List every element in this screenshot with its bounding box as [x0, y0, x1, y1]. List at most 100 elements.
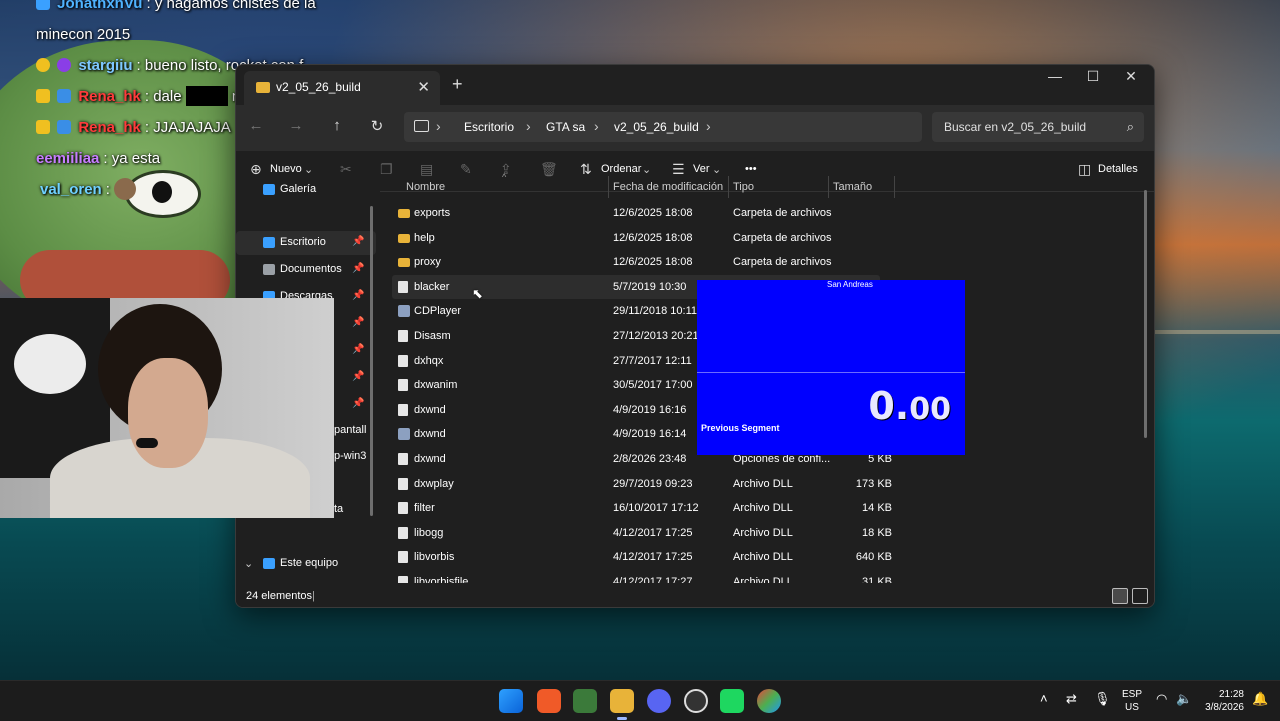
file-explorer-icon[interactable] — [610, 689, 634, 720]
volume-icon[interactable]: 🔈 — [1176, 691, 1192, 707]
sort-button[interactable]: Ordenar — [601, 163, 641, 175]
column-divider[interactable] — [894, 176, 895, 198]
tab-close-icon[interactable]: ✕ — [417, 78, 430, 96]
file-row[interactable]: proxy 12/6/2025 18:08 Carpeta de archivos — [392, 250, 880, 274]
chat-line: minecon 2015 — [36, 19, 366, 50]
windows-start-icon[interactable] — [499, 689, 523, 713]
timer-value: 0.00 — [868, 384, 951, 428]
file-type: Archivo DLL — [733, 551, 793, 564]
file-row[interactable]: help 12/6/2025 18:08 Carpeta de archivos — [392, 226, 880, 250]
badge-icon — [57, 89, 72, 103]
new-tab-button[interactable]: + — [452, 74, 463, 95]
clock[interactable]: 21:28 3/8/2026 — [1196, 688, 1244, 714]
chat-message: minecon 2015 — [36, 26, 131, 43]
close-button[interactable]: ✕ — [1108, 65, 1154, 97]
file-name: exports — [414, 207, 451, 219]
network-icon[interactable]: ⇄ — [1066, 691, 1077, 707]
chevron-right-icon: › — [526, 118, 531, 134]
column-header-name[interactable]: Nombre — [406, 181, 445, 193]
sidebar-scrollbar[interactable] — [370, 206, 373, 516]
crown-icon — [36, 120, 50, 134]
tiles-view-icon[interactable] — [1132, 588, 1148, 604]
new-button[interactable]: Nuevo — [270, 163, 302, 175]
forward-button[interactable]: → — [284, 117, 308, 139]
breadcrumb-escritorio[interactable]: Escritorio — [464, 120, 514, 134]
sidebar-item-label: Escritorio — [280, 236, 326, 248]
item-count: 24 elementos — [246, 590, 313, 602]
pin-icon: 📌 — [352, 344, 365, 355]
file-date: 29/11/2018 10:11 — [613, 305, 698, 318]
emote-icon — [114, 178, 137, 200]
file-date: 16/10/2017 17:12 — [613, 502, 699, 515]
discord-icon[interactable] — [647, 689, 671, 713]
chat-username: eemiiliaa — [36, 150, 100, 167]
column-divider[interactable] — [608, 176, 609, 198]
file-name: libogg — [414, 526, 444, 539]
view-button[interactable]: Ver — [693, 163, 710, 175]
file-icon — [398, 379, 408, 392]
badge-icon — [57, 58, 72, 72]
sort-up-icon: ^ — [502, 172, 507, 182]
column-header-size[interactable]: Tamaño — [833, 181, 872, 193]
notification-icon[interactable]: 🔔 — [1252, 691, 1268, 707]
chevron-up-icon[interactable]: ˄ — [1040, 691, 1048, 706]
file-row[interactable]: exports 12/6/2025 18:08 Carpeta de archivo… — [392, 201, 880, 225]
kick-icon[interactable] — [720, 689, 744, 713]
chevron-down-icon: ⌄ — [304, 164, 314, 176]
app-icon[interactable] — [573, 689, 597, 713]
address-bar[interactable]: › Escritorio › GTA sa › v2_05_26_build › — [404, 112, 922, 142]
file-row[interactable]: libogg 4/12/2017 17:25 Archivo DLL 18 KB — [392, 521, 892, 545]
chat-line: JonathxnVu: y hagamos chistes de la — [36, 0, 366, 19]
sidebar-item-label: Documentos — [280, 263, 342, 275]
more-options-button[interactable]: ••• — [745, 163, 757, 175]
file-date: 4/9/2019 16:14 — [613, 428, 687, 441]
file-row[interactable]: dxwplay 29/7/2019 09:23 Archivo DLL 173 KB — [392, 472, 892, 496]
column-divider[interactable] — [728, 176, 729, 198]
language-indicator[interactable]: ESP US — [1122, 688, 1142, 714]
navigation-bar: ← → ↑ ↻ › Escritorio › GTA sa › v2_05_26… — [236, 105, 1154, 151]
sidebar-item-galeria[interactable]: Galería — [236, 178, 376, 202]
details-button[interactable]: Detalles — [1098, 163, 1138, 175]
file-date: 27/7/2017 12:11 — [613, 354, 692, 367]
file-list-scrollbar[interactable] — [1144, 190, 1147, 438]
trollface-print — [14, 334, 86, 394]
censor-block — [185, 86, 228, 106]
sidebar-item-este-equipo[interactable]: ⌄ Este equipo — [236, 552, 376, 576]
breadcrumb-current[interactable]: v2_05_26_build — [614, 120, 699, 134]
obs-icon[interactable] — [684, 689, 708, 713]
column-header-modified[interactable]: Fecha de modificación — [613, 181, 723, 193]
badge-icon — [36, 58, 50, 72]
sidebar-item-documentos[interactable]: Documentos 📌 — [236, 258, 376, 282]
up-button[interactable]: ↑ — [325, 117, 349, 139]
details-view-icon[interactable] — [1112, 588, 1128, 604]
sidebar-item-escritorio[interactable]: Escritorio 📌 — [236, 231, 376, 255]
file-icon — [398, 354, 408, 367]
chat-username: JonathxnVu — [57, 0, 143, 12]
file-name: CDPlayer — [414, 305, 462, 318]
column-header-type[interactable]: Tipo — [733, 181, 754, 193]
tab-v2-build[interactable]: v2_05_26_build ✕ — [244, 71, 440, 105]
file-size: 18 KB — [862, 526, 892, 539]
file-icon — [398, 526, 408, 539]
chevron-down-icon[interactable]: ⌄ — [244, 557, 253, 570]
refresh-button[interactable]: ↻ — [365, 117, 389, 139]
column-divider[interactable] — [828, 176, 829, 198]
file-name: dxwanim — [414, 379, 458, 392]
file-row[interactable]: libvorbis 4/12/2017 17:25 Archivo DLL 640 K… — [392, 545, 892, 569]
microphone-icon[interactable]: 🎙 — [1094, 691, 1111, 707]
back-button[interactable]: ← — [244, 117, 268, 139]
file-name: dxwnd — [414, 403, 446, 416]
file-row[interactable]: filter 16/10/2017 17:12 Archivo DLL 14 KB — [392, 496, 892, 520]
file-name: dxwnd — [414, 453, 446, 465]
documents-icon — [263, 264, 275, 275]
search-box[interactable]: Buscar en v2_05_26_build ⌕ — [932, 112, 1144, 142]
app-icon[interactable] — [757, 689, 781, 713]
brave-browser-icon[interactable] — [537, 689, 561, 713]
file-size: 640 KB — [855, 551, 892, 564]
file-name: Disasm — [414, 330, 451, 342]
breadcrumb-gta-sa[interactable]: GTA sa — [546, 120, 585, 134]
wifi-icon[interactable]: ◠ — [1156, 691, 1167, 707]
chevron-down-icon: ⌄ — [712, 164, 722, 176]
sidebar-item-label: pantall — [334, 424, 367, 436]
mouse-cursor: ⬉ — [472, 286, 483, 301]
